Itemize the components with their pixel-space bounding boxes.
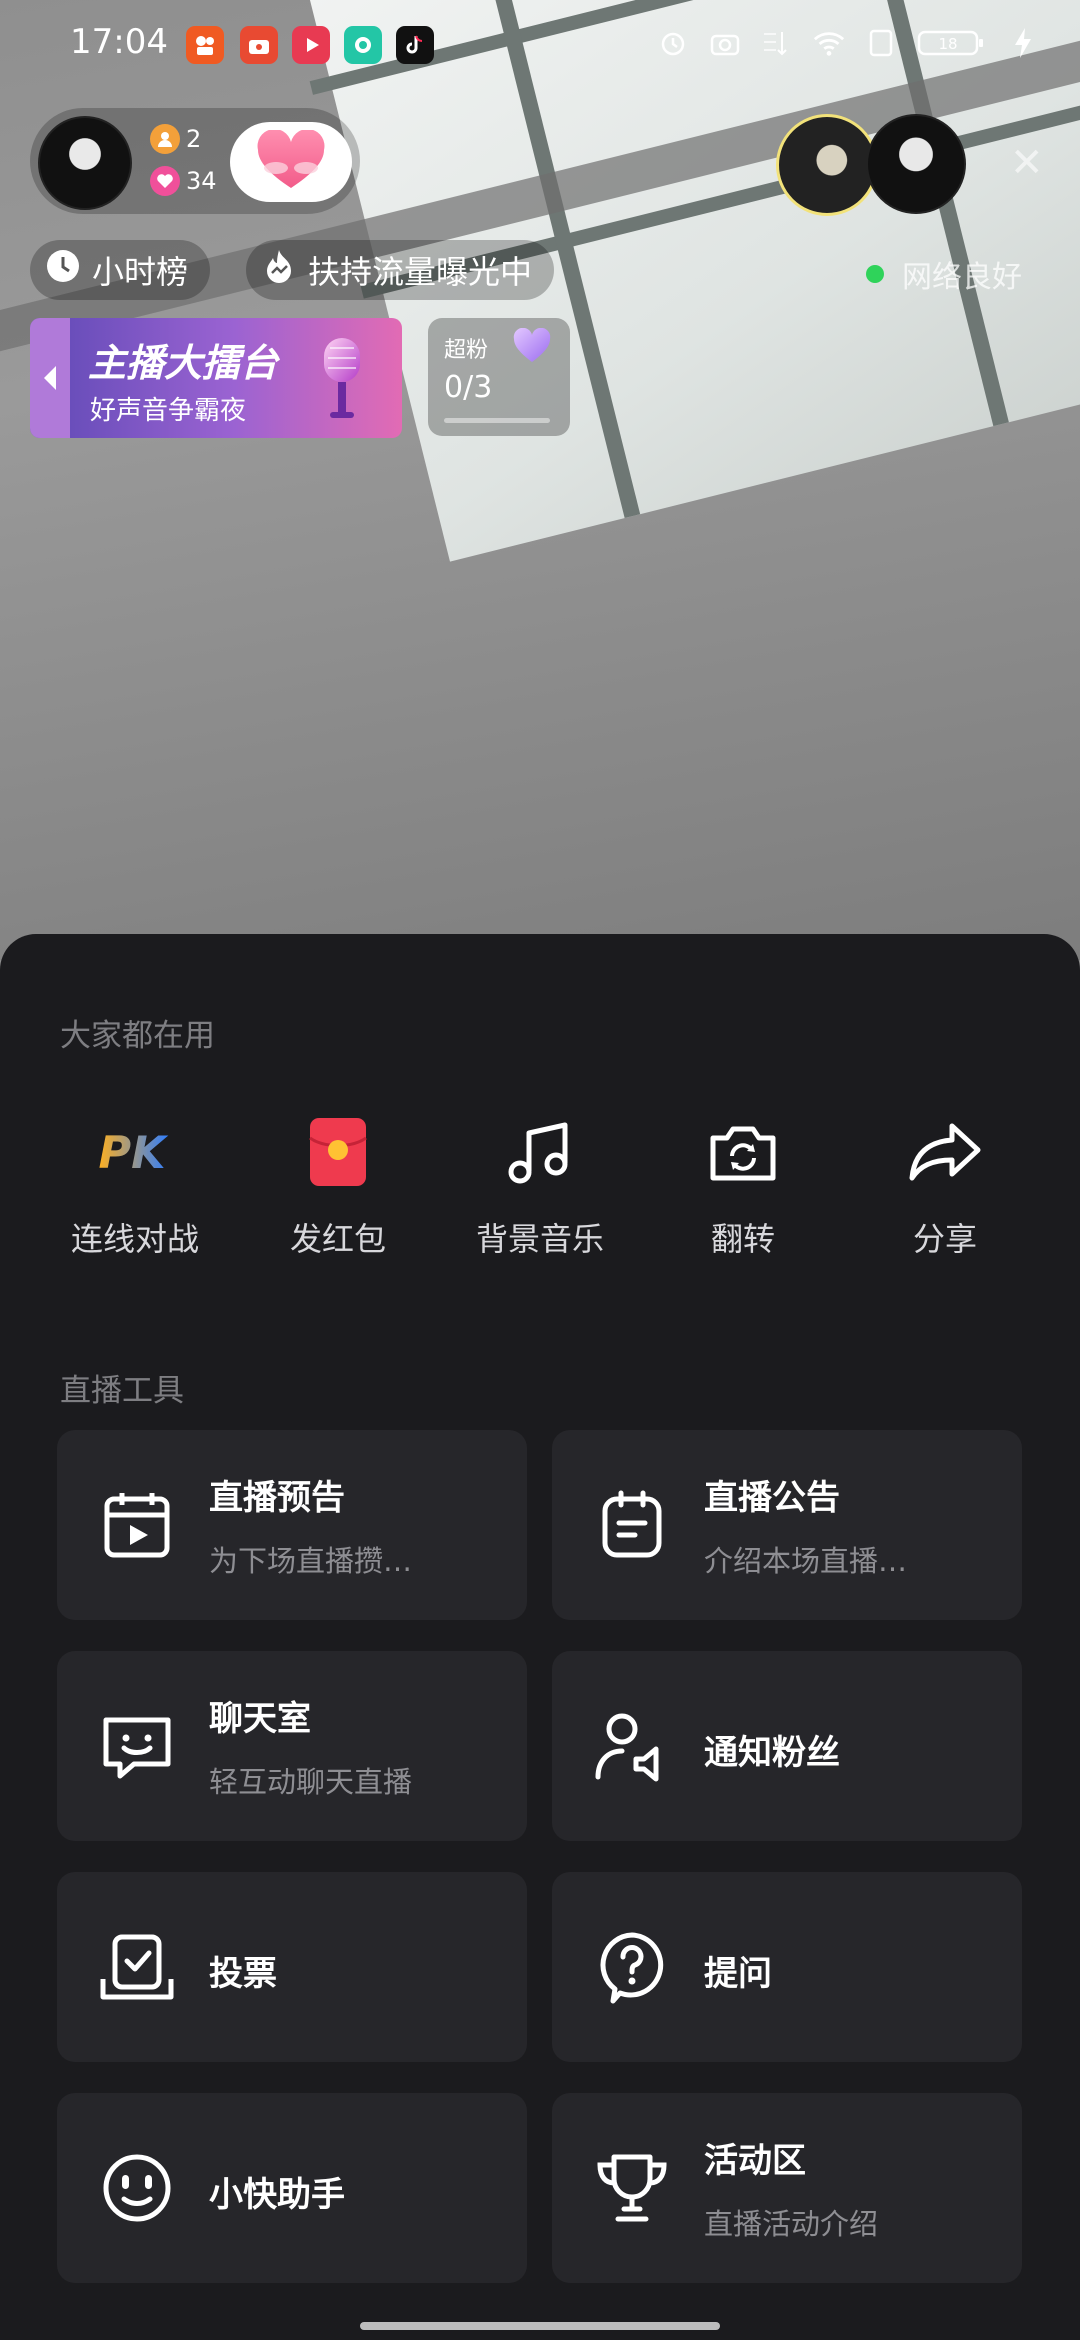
notify-fans-icon bbox=[592, 1706, 672, 1786]
viewers-count: 2 bbox=[186, 125, 202, 153]
tool-subtitle: 直播活动介绍 bbox=[704, 2207, 879, 2241]
chat-app-icon bbox=[344, 26, 382, 64]
wifi-icon bbox=[812, 26, 846, 60]
anchor-arena-banner[interactable]: 主播大擂台 好声音争霸夜 bbox=[30, 318, 402, 438]
banner-title: 主播大擂台 bbox=[88, 341, 279, 385]
share-icon bbox=[905, 1112, 985, 1192]
chevron-left-icon[interactable] bbox=[30, 318, 70, 438]
vote-tool[interactable]: 投票 bbox=[57, 1872, 527, 2062]
charging-icon bbox=[1006, 26, 1040, 60]
assistant-face-icon bbox=[97, 2148, 177, 2228]
red-envelope-action[interactable]: 发红包 bbox=[243, 1112, 433, 1272]
superfan-count: 0/3 bbox=[444, 370, 493, 405]
host-avatar[interactable] bbox=[38, 116, 132, 210]
tool-subtitle: 轻互动聊天直播 bbox=[209, 1765, 413, 1799]
viewer-stat: 2 bbox=[150, 124, 201, 154]
sim-icon bbox=[864, 26, 898, 60]
question-icon bbox=[592, 1927, 672, 2007]
likes-stat: 34 bbox=[150, 166, 217, 196]
quick-action-label: 连线对战 bbox=[70, 1220, 199, 1258]
network-status: 网络良好 bbox=[866, 252, 1022, 296]
svg-text:PK: PK bbox=[99, 1128, 170, 1179]
toutiao-app-icon bbox=[240, 26, 278, 64]
tools-section-title: 直播工具 bbox=[60, 1373, 184, 1409]
pk-battle-action[interactable]: PK 连线对战 bbox=[40, 1112, 230, 1272]
activity-area-tool[interactable]: 活动区 直播活动介绍 bbox=[552, 2093, 1022, 2283]
follow-heart-button[interactable] bbox=[230, 122, 352, 202]
superfan-widget[interactable]: 超粉 0/3 bbox=[428, 318, 570, 436]
popular-section-title: 大家都在用 bbox=[60, 1018, 215, 1054]
battery-icon: 18 bbox=[916, 26, 988, 60]
quick-action-label: 发红包 bbox=[289, 1220, 386, 1258]
music-note-icon bbox=[500, 1112, 580, 1192]
home-indicator[interactable] bbox=[360, 2322, 720, 2330]
trophy-icon bbox=[592, 2148, 672, 2228]
tool-title: 直播预告 bbox=[209, 1478, 345, 1518]
online-dot bbox=[866, 265, 884, 283]
vote-icon bbox=[97, 1927, 177, 2007]
microphone-icon bbox=[324, 338, 360, 418]
traffic-boost-label: 扶持流量曝光中 bbox=[308, 253, 533, 291]
quick-action-label: 背景音乐 bbox=[475, 1220, 604, 1258]
notify-fans-tool[interactable]: 通知粉丝 bbox=[552, 1651, 1022, 1841]
chat-room-tool[interactable]: 聊天室 轻互动聊天直播 bbox=[57, 1651, 527, 1841]
chat-face-icon bbox=[97, 1706, 177, 1786]
svg-text:18: 18 bbox=[938, 35, 957, 53]
tool-title: 聊天室 bbox=[209, 1699, 311, 1739]
tool-subtitle: 为下场直播攒… bbox=[209, 1544, 413, 1578]
clock-icon bbox=[44, 247, 82, 293]
tool-title: 投票 bbox=[209, 1954, 277, 1994]
question-tool[interactable]: 提问 bbox=[552, 1872, 1022, 2062]
assistant-tool[interactable]: 小快助手 bbox=[57, 2093, 527, 2283]
data-speed-icon bbox=[760, 26, 794, 60]
red-envelope-icon bbox=[298, 1112, 378, 1192]
like-heart-icon bbox=[150, 166, 180, 196]
hour-rank-chip[interactable]: 小时榜 bbox=[30, 240, 211, 300]
viewer-avatar[interactable] bbox=[776, 114, 878, 216]
tool-title: 活动区 bbox=[704, 2141, 806, 2181]
flip-camera-action[interactable]: 翻转 bbox=[648, 1112, 838, 1272]
notice-board-icon bbox=[592, 1485, 672, 1565]
close-icon[interactable]: ✕ bbox=[1010, 140, 1044, 186]
pk-icon: PK bbox=[95, 1112, 175, 1192]
tool-title: 提问 bbox=[704, 1954, 772, 1994]
tool-title: 通知粉丝 bbox=[704, 1733, 840, 1773]
person-icon bbox=[150, 124, 180, 154]
quick-action-label: 分享 bbox=[912, 1220, 977, 1258]
purple-heart-icon bbox=[513, 328, 551, 362]
live-notice-tool[interactable]: 直播公告 介绍本场直播… bbox=[552, 1430, 1022, 1620]
host-info-pill[interactable]: 2 34 bbox=[30, 108, 360, 214]
traffic-boost-chip[interactable]: 扶持流量曝光中 bbox=[246, 240, 555, 300]
alarm-icon bbox=[656, 26, 690, 60]
douyin-app-icon bbox=[396, 26, 434, 64]
share-action[interactable]: 分享 bbox=[850, 1112, 1040, 1272]
camera-status-icon bbox=[708, 26, 742, 60]
viewer-avatar[interactable] bbox=[866, 114, 966, 214]
banner-subtitle: 好声音争霸夜 bbox=[90, 396, 247, 426]
network-status-label: 网络良好 bbox=[902, 260, 1022, 295]
live-preview-tool[interactable]: 直播预告 为下场直播攒… bbox=[57, 1430, 527, 1620]
tool-title: 小快助手 bbox=[209, 2175, 345, 2215]
tool-subtitle: 介绍本场直播… bbox=[704, 1544, 908, 1578]
calendar-play-icon bbox=[97, 1485, 177, 1565]
likes-count: 34 bbox=[186, 167, 217, 195]
tool-title: 直播公告 bbox=[704, 1478, 840, 1518]
status-time: 17:04 bbox=[70, 22, 168, 62]
superfan-progress bbox=[444, 418, 550, 423]
flame-icon bbox=[260, 247, 298, 293]
quick-action-label: 翻转 bbox=[710, 1220, 775, 1258]
video-app-icon bbox=[292, 26, 330, 64]
status-bar: 17:04 18 bbox=[0, 0, 1080, 96]
kuaishou-app-icon bbox=[186, 26, 224, 64]
superfan-label: 超粉 bbox=[444, 338, 489, 363]
camera-flip-icon bbox=[703, 1112, 783, 1192]
hour-rank-label: 小时榜 bbox=[92, 253, 189, 291]
background-music-action[interactable]: 背景音乐 bbox=[445, 1112, 635, 1272]
big-heart-icon bbox=[257, 130, 325, 188]
